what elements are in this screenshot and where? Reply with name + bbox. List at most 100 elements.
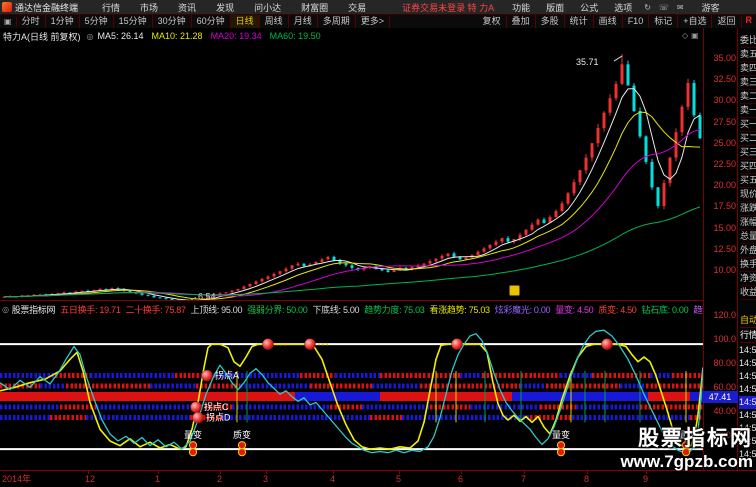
- quote-row-外盘[interactable]: 外盘: [740, 243, 756, 258]
- period-1分钟[interactable]: 1分钟: [46, 15, 80, 28]
- diamond-icon[interactable]: ◇: [682, 31, 688, 42]
- tool-画线[interactable]: 画线: [594, 15, 623, 28]
- price-axis-label: 15.00: [713, 222, 736, 233]
- menu-item-2[interactable]: 资讯: [168, 1, 206, 14]
- quote-row-买三[interactable]: 买三: [740, 145, 756, 160]
- indicator-source: 股票指标网: [11, 305, 56, 315]
- menu-item-3[interactable]: 发现: [206, 1, 244, 14]
- main-chart-canvas[interactable]: 35.71 6.54: [0, 44, 703, 300]
- event-badge-icon[interactable]: [509, 285, 520, 296]
- tool-叠加[interactable]: 叠加: [507, 15, 536, 28]
- sub-axis-label: 100.0: [713, 333, 736, 344]
- quote-row-买四[interactable]: 买四: [740, 159, 756, 174]
- panel-icon[interactable]: ▣: [691, 31, 699, 42]
- x-axis-tick: [220, 471, 221, 474]
- dot-trail: [468, 342, 472, 346]
- quote-row-卖三[interactable]: 卖三: [740, 75, 756, 90]
- period-日线[interactable]: 日线: [230, 15, 260, 28]
- indicator-field-2: 上顶线: 95.00: [190, 305, 243, 315]
- quote-row-买一[interactable]: 买一: [740, 117, 756, 132]
- quote-row-卖四[interactable]: 卖四: [740, 61, 756, 76]
- refresh-icon[interactable]: ↻: [640, 3, 655, 12]
- quote-row-委比[interactable]: 委比: [740, 33, 756, 48]
- sub-axis-label: 40.00: [713, 405, 736, 416]
- tick-time[interactable]: 14:56: [739, 383, 756, 396]
- phone-icon[interactable]: ☏: [655, 3, 673, 12]
- period-月线[interactable]: 月线: [289, 15, 318, 28]
- quote-row-涨跌[interactable]: 涨跌: [740, 201, 756, 216]
- quote-row-买二[interactable]: 买二: [740, 131, 756, 146]
- right-menu-2[interactable]: 公式: [572, 1, 606, 14]
- tick-time[interactable]: 14:56: [739, 396, 756, 409]
- menu-item-5[interactable]: 财富圈: [291, 1, 338, 14]
- bottom-signal-ball: [188, 448, 198, 457]
- mail-icon[interactable]: ✉: [673, 3, 688, 12]
- window-icon[interactable]: ▣: [0, 17, 17, 26]
- x-axis-tick: [587, 471, 588, 474]
- quote-row-净资[interactable]: 净资: [740, 271, 756, 286]
- ma-line-60: [3, 206, 701, 298]
- period-60分钟[interactable]: 60分钟: [192, 15, 231, 28]
- quote-row-卖一[interactable]: 卖一: [740, 103, 756, 118]
- quote-row-换手[interactable]: 换手: [740, 257, 756, 272]
- quote-row-总量[interactable]: 总量: [740, 229, 756, 244]
- tool-返回[interactable]: 返回: [712, 15, 742, 28]
- quote-row-卖二[interactable]: 卖二: [740, 89, 756, 104]
- period-更多>[interactable]: 更多>: [356, 15, 390, 28]
- user-label[interactable]: 游客: [702, 1, 720, 14]
- price-axis-label: 27.50: [713, 116, 736, 127]
- period-多周期[interactable]: 多周期: [318, 15, 356, 28]
- ma-label-3: MA60: 19.50: [269, 31, 321, 41]
- turn-point-label: 拐点C: [204, 401, 229, 412]
- dot-trail: [618, 342, 622, 346]
- period-5分钟[interactable]: 5分钟: [80, 15, 114, 28]
- right-menu-0[interactable]: 功能: [504, 1, 538, 14]
- tool-统计[interactable]: 统计: [565, 15, 594, 28]
- quote-row-买五[interactable]: 买五: [740, 173, 756, 188]
- watermark-site-name: 股票指标网: [638, 427, 753, 450]
- menu-item-0[interactable]: 行情: [92, 1, 130, 14]
- x-axis-tick: [88, 471, 89, 474]
- tool-标记[interactable]: 标记: [649, 15, 679, 28]
- quote-row-涨幅[interactable]: 涨幅: [740, 215, 756, 230]
- right-menu-3[interactable]: 选项: [606, 1, 640, 14]
- indicator-dot-icon[interactable]: ◎: [87, 32, 94, 41]
- menu-item-6[interactable]: 交易: [338, 1, 376, 14]
- chart-title: 特力A(日线 前复权): [3, 31, 81, 42]
- app-title: 通达信金融终端: [15, 2, 79, 13]
- indicator-dot-icon[interactable]: ◎: [2, 305, 9, 314]
- x-axis-tick: [461, 471, 462, 474]
- auto-label[interactable]: 自动: [740, 313, 756, 328]
- chart-header: 特力A(日线 前复权) ◎ MA5: 26.14 MA10: 21.28 MA20:…: [0, 28, 703, 44]
- indicator-field-3: 强弱分界: 50.00: [247, 305, 308, 315]
- tick-time[interactable]: 14:55: [739, 344, 756, 357]
- period-30分钟[interactable]: 30分钟: [153, 15, 192, 28]
- quote-row-卖五[interactable]: 卖五: [740, 47, 756, 62]
- menu-item-4[interactable]: 问小达: [244, 1, 291, 14]
- period-周线[interactable]: 周线: [260, 15, 289, 28]
- tick-time[interactable]: 14:56: [739, 370, 756, 383]
- tool-+自选[interactable]: +自选: [678, 15, 713, 28]
- dot-trail: [283, 342, 287, 346]
- period-15分钟[interactable]: 15分钟: [114, 15, 153, 28]
- right-menu-1[interactable]: 版面: [538, 1, 572, 14]
- period-分时[interactable]: 分时: [17, 15, 46, 28]
- dot-trail: [279, 342, 283, 346]
- indicator-field-7: 炫彩魔光: 0.00: [494, 305, 551, 315]
- menu-item-1[interactable]: 市场: [130, 1, 168, 14]
- x-axis-label: 12: [85, 474, 96, 484]
- price-axis-label: 32.50: [713, 74, 736, 85]
- tool-复权[interactable]: 复权: [478, 15, 507, 28]
- watermark-url: www.7gpzb.com: [620, 452, 753, 471]
- tick-time[interactable]: 14:56: [739, 409, 756, 422]
- bottom-signal-label: 质变: [233, 429, 251, 440]
- tick-time[interactable]: 14:56: [739, 357, 756, 370]
- tool-多股[interactable]: 多股: [536, 15, 565, 28]
- quote-panel[interactable]: 委比卖五卖四卖三卖二卖一买一买二买三买四买五现价涨跌涨幅总量外盘换手净资收益自动…: [737, 28, 756, 470]
- indicator-chart-canvas[interactable]: 拐点A 拐点C 拐点D 量变 质变 量变 量变: [0, 318, 703, 470]
- time-axis[interactable]: 2014年 12 1 2 3 4 5 6 7 8 9: [0, 470, 756, 487]
- quote-row-现价[interactable]: 现价: [740, 187, 756, 202]
- quote-row-收益[interactable]: 收益: [740, 285, 756, 300]
- ma-line-10: [3, 111, 701, 300]
- tool-F10[interactable]: F10: [623, 15, 650, 28]
